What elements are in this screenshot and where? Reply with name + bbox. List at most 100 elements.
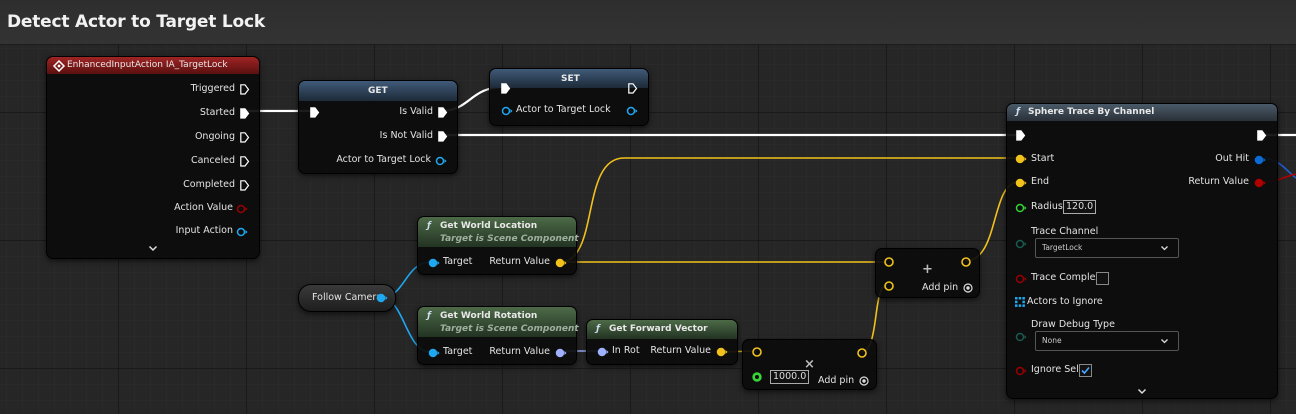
struct-pin-action-value[interactable]: [236, 204, 248, 214]
chevron-down-icon: [1161, 339, 1168, 344]
bool-pin-trace-complex[interactable]: [1015, 274, 1027, 284]
radius-field[interactable]: 120.0: [1063, 200, 1097, 214]
sphere-trace-header: ƒ Sphere Trace By Channel: [1007, 104, 1277, 121]
bool-pin-return[interactable]: [1254, 178, 1266, 188]
vector-pin-gwl-return[interactable]: [555, 258, 567, 268]
get-world-location-node[interactable]: ƒ Get World Location Target is Scene Com…: [417, 216, 579, 275]
exec-in-pin-trace[interactable]: [1016, 130, 1026, 141]
pin-label-action-value: Action Value: [174, 202, 233, 213]
exec-out-pin-trace[interactable]: [1257, 130, 1267, 141]
add-vector-node[interactable]: + Add pin: [875, 248, 980, 298]
gwl-return-label: Return Value: [489, 256, 550, 267]
float-pin-radius[interactable]: [1015, 203, 1027, 213]
multiply-value-field[interactable]: 1000.0: [770, 370, 810, 384]
out-hit-label: Out Hit: [1215, 153, 1249, 164]
function-icon: ƒ: [427, 221, 431, 231]
gfv-header: ƒ Get Forward Vector: [587, 320, 737, 339]
byte-pin-draw-debug[interactable]: [1015, 332, 1027, 342]
vector-pin-gfv-return[interactable]: [716, 347, 728, 357]
array-pin-actors-to-ignore[interactable]: [1015, 297, 1025, 307]
add-pin-label-2: Add pin: [818, 375, 855, 386]
vector-pin-mul-a[interactable]: [751, 346, 763, 358]
ignore-self-label: Ignore Self: [1031, 364, 1083, 375]
vector-wire-location-start: [559, 157, 1019, 263]
expand-chevron-icon[interactable]: [148, 245, 158, 252]
get-node-title: GET: [368, 86, 388, 96]
gwr-target-label: Target: [443, 346, 473, 357]
get-forward-vector-node[interactable]: ƒ Get Forward Vector In Rot Return Value: [586, 319, 738, 365]
object-pin-actor-to-target-lock[interactable]: [435, 156, 447, 166]
get-node-header: GET: [299, 81, 457, 101]
draw-debug-label: Draw Debug Type: [1031, 319, 1115, 330]
vector-pin-start[interactable]: [1015, 154, 1027, 164]
ignore-self-checkbox[interactable]: [1079, 364, 1092, 377]
exec-pin-is-not-valid[interactable]: [438, 131, 448, 142]
exec-in-pin-get[interactable]: [310, 107, 320, 118]
gwr-subtitle: Target is Scene Component: [440, 324, 579, 334]
actors-to-ignore-label: Actors to Ignore: [1027, 296, 1103, 307]
draw-debug-dropdown[interactable]: None: [1035, 331, 1179, 351]
exec-pin-canceled[interactable]: [240, 156, 250, 167]
pin-label-canceled: Canceled: [190, 155, 235, 166]
vector-pin-end[interactable]: [1015, 178, 1027, 188]
object-pin-follow-camera[interactable]: [376, 293, 388, 303]
event-node-title: EnhancedInputAction IA_TargetLock: [67, 60, 228, 70]
exec-pin-triggered[interactable]: [240, 84, 250, 95]
gfv-title: Get Forward Vector: [609, 324, 708, 334]
event-node-header: EnhancedInputAction IA_TargetLock: [47, 57, 259, 74]
gfv-in-label: In Rot: [612, 345, 640, 356]
sphere-trace-node[interactable]: ƒ Sphere Trace By Channel Start Out Hit …: [1006, 103, 1278, 399]
struct-pin-out-hit[interactable]: [1254, 155, 1266, 165]
object-pin-gwl-target[interactable]: [428, 258, 440, 268]
get-node[interactable]: GET Is Valid Is Not Valid Actor to Targe…: [298, 80, 458, 174]
vector-pin-add1-a[interactable]: [883, 256, 895, 268]
pin-label-set-actor: Actor to Target Lock: [516, 104, 611, 115]
follow-camera-node[interactable]: Follow Camera: [298, 284, 396, 312]
float-pin-mul-b[interactable]: [751, 371, 763, 383]
rotator-pin-gfv-in[interactable]: [597, 347, 609, 357]
pin-label-is-valid: Is Valid: [399, 106, 433, 117]
set-node[interactable]: SET Actor to Target Lock: [489, 68, 649, 126]
vector-pin-add1-b[interactable]: [883, 280, 895, 292]
byte-pin-trace-channel[interactable]: [1015, 239, 1027, 249]
exec-pin-completed[interactable]: [240, 180, 250, 191]
draw-debug-value: None: [1042, 336, 1062, 345]
pin-label-started: Started: [199, 107, 235, 118]
pin-label-triggered: Triggered: [190, 83, 235, 94]
object-out-pin-set[interactable]: [626, 106, 638, 116]
get-world-rotation-node[interactable]: ƒ Get World Rotation Target is Scene Com…: [417, 306, 579, 365]
follow-camera-label: Follow Camera: [312, 292, 383, 303]
object-pin-input-action[interactable]: [236, 227, 248, 237]
exec-in-pin-set[interactable]: [501, 83, 511, 94]
chevron-down-icon: [1161, 246, 1168, 251]
trace-channel-dropdown[interactable]: TargetLock: [1035, 238, 1179, 258]
gfv-return-label: Return Value: [650, 345, 711, 356]
function-icon: ƒ: [596, 324, 600, 334]
add-pin-icon[interactable]: [963, 283, 973, 293]
bool-pin-ignore-self[interactable]: [1015, 366, 1027, 376]
function-icon: ƒ: [1016, 107, 1020, 117]
event-node-ia-targetlock[interactable]: EnhancedInputAction IA_TargetLock Trigge…: [46, 56, 260, 259]
exec-pin-started[interactable]: [240, 108, 250, 119]
exec-pin-ongoing[interactable]: [240, 132, 250, 143]
expand-chevron-icon[interactable]: [1137, 388, 1147, 395]
radius-label: Radius: [1031, 201, 1063, 212]
object-pin-gwr-target[interactable]: [428, 348, 440, 358]
add-pin-label-1: Add pin: [922, 282, 959, 293]
rotator-pin-gwr-return[interactable]: [555, 348, 567, 358]
end-label: End: [1031, 176, 1050, 187]
exec-out-pin-set[interactable]: [628, 83, 638, 94]
trace-complex-checkbox[interactable]: [1096, 272, 1109, 285]
vector-pin-mul-out[interactable]: [856, 347, 868, 359]
checkmark-icon: [1081, 366, 1090, 375]
exec-pin-is-valid[interactable]: [438, 107, 448, 118]
function-icon: ƒ: [427, 311, 431, 321]
trace-channel-value: TargetLock: [1042, 243, 1083, 252]
object-in-pin-set[interactable]: [501, 106, 513, 116]
multiply-vector-node[interactable]: × 1000.0 Add pin: [742, 339, 877, 390]
pin-label-ongoing: Ongoing: [194, 131, 235, 142]
vector-pin-add1-out[interactable]: [960, 256, 972, 268]
add-pin-icon[interactable]: [859, 376, 869, 386]
gwr-title: Get World Rotation: [440, 311, 538, 321]
trace-complex-label: Trace Complex: [1031, 272, 1101, 283]
